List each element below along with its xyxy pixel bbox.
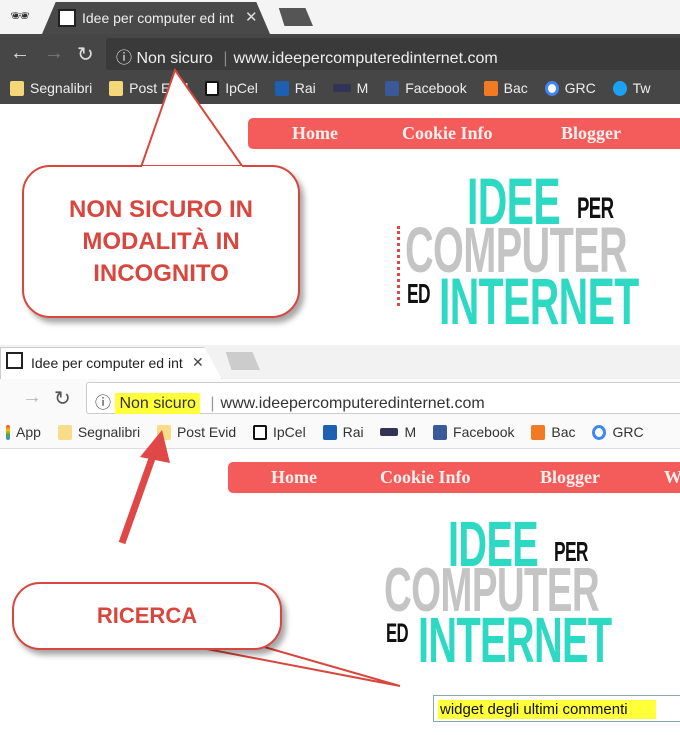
callout-text: RICERCA — [96, 603, 198, 628]
separator: | — [210, 395, 215, 412]
nav-cookie-info[interactable]: Cookie Info — [380, 467, 471, 488]
bookmark-label: Rai — [342, 424, 364, 440]
twitter-icon — [612, 81, 627, 96]
google-icon — [544, 81, 559, 96]
tab-title: Idee per computer ed int — [82, 10, 234, 26]
facebook-icon — [385, 81, 400, 96]
url-text: www.ideepercomputeredinternet.com — [220, 395, 485, 412]
bookmark-grc[interactable]: GRC — [544, 80, 596, 96]
bookmark-label: Bac — [503, 80, 528, 96]
bookmark-label: GRC — [564, 80, 596, 96]
bookmark-label: Facebook — [453, 424, 515, 440]
bookmark-ipcel[interactable]: IpCel — [253, 424, 306, 440]
bookmark-bac[interactable]: Bac — [531, 424, 576, 440]
nav-blogger[interactable]: Blogger — [561, 123, 621, 144]
search-input[interactable]: widget degli ultimi commenti — [433, 695, 680, 722]
tab-title: Idee per computer ed int — [31, 355, 183, 371]
mail-icon — [332, 84, 351, 92]
blogger-icon — [531, 425, 546, 440]
tab-active[interactable]: Idee per computer ed int — [42, 2, 270, 34]
site-logo: IDEE PER COMPUTER ED INTERNET — [395, 168, 675, 334]
site-favicon-icon — [6, 352, 23, 369]
bookmark-label: IpCel — [273, 424, 306, 440]
security-label: Non sicuro — [115, 393, 200, 414]
bookmark-label: M — [404, 424, 417, 440]
info-icon: ⓘ — [95, 395, 116, 412]
apps-icon — [6, 425, 10, 440]
nav-blogger[interactable]: Blogger — [540, 467, 600, 488]
callout-text: NON SICURO IN MODALITÀ IN INCOGNITO — [68, 195, 253, 287]
callout-tail-join — [142, 166, 242, 172]
bookmark-label: Post Evid — [176, 424, 237, 440]
bookmark-label: GRC — [612, 424, 644, 440]
blogger-icon — [483, 81, 498, 96]
logo-internet: INTERNET — [418, 604, 612, 676]
bookmark-facebook[interactable]: Facebook — [385, 80, 467, 96]
logo-ed: ED — [407, 278, 431, 309]
bookmark-facebook[interactable]: Facebook — [433, 424, 515, 440]
logo-internet: INTERNET — [439, 264, 639, 338]
site-icon — [253, 425, 267, 440]
callout-non-sicuro: NON SICURO IN MODALITÀ IN INCOGNITO — [22, 165, 300, 318]
folder-icon — [57, 425, 72, 440]
address-bar[interactable]: ⓘ Non sicuro | www.ideepercomputeredinter… — [86, 382, 680, 414]
tab-active[interactable]: Idee per computer ed int — [0, 347, 222, 379]
bookmark-label: Bac — [551, 424, 576, 440]
incognito-icon: 🕶 — [10, 8, 31, 25]
bookmark-label: App — [16, 424, 41, 440]
bookmark-label: M — [356, 80, 369, 96]
reload-icon[interactable]: ↻ — [54, 386, 71, 411]
mail-icon — [380, 428, 399, 436]
bookmark-bac[interactable]: Bac — [483, 80, 528, 96]
site-nav: Home Cookie Info Blogger W — [228, 462, 680, 493]
nav-cookie-info[interactable]: Cookie Info — [402, 123, 493, 144]
bookmark-grc[interactable]: GRC — [592, 424, 644, 440]
nav-more[interactable]: W — [664, 467, 680, 488]
tab-close-icon[interactable]: ✕ — [245, 8, 258, 26]
bookmark-m[interactable]: M — [332, 80, 369, 96]
tab-close-icon[interactable]: ✕ — [192, 354, 204, 371]
red-arrow-icon — [118, 430, 170, 545]
bookmark-m[interactable]: M — [380, 424, 416, 440]
facebook-icon — [433, 425, 448, 440]
google-icon — [592, 425, 607, 440]
bookmark-label: Facebook — [405, 80, 467, 96]
forward-icon[interactable]: → — [22, 386, 42, 409]
site-favicon-icon — [58, 9, 76, 27]
nav-home[interactable]: Home — [271, 467, 317, 488]
bookmark-app[interactable]: App — [6, 424, 41, 440]
site-logo: IDEE PER COMPUTER ED INTERNET — [384, 512, 654, 672]
logo-dots — [397, 226, 400, 306]
callout-ricerca: RICERCA — [12, 582, 282, 650]
bookmark-rai[interactable]: Rai — [322, 424, 364, 440]
rai-icon — [322, 425, 337, 440]
search-value: widget degli ultimi commenti — [438, 700, 656, 719]
bookmark-tw[interactable]: Tw — [612, 80, 651, 96]
bookmark-label: Tw — [632, 80, 651, 96]
